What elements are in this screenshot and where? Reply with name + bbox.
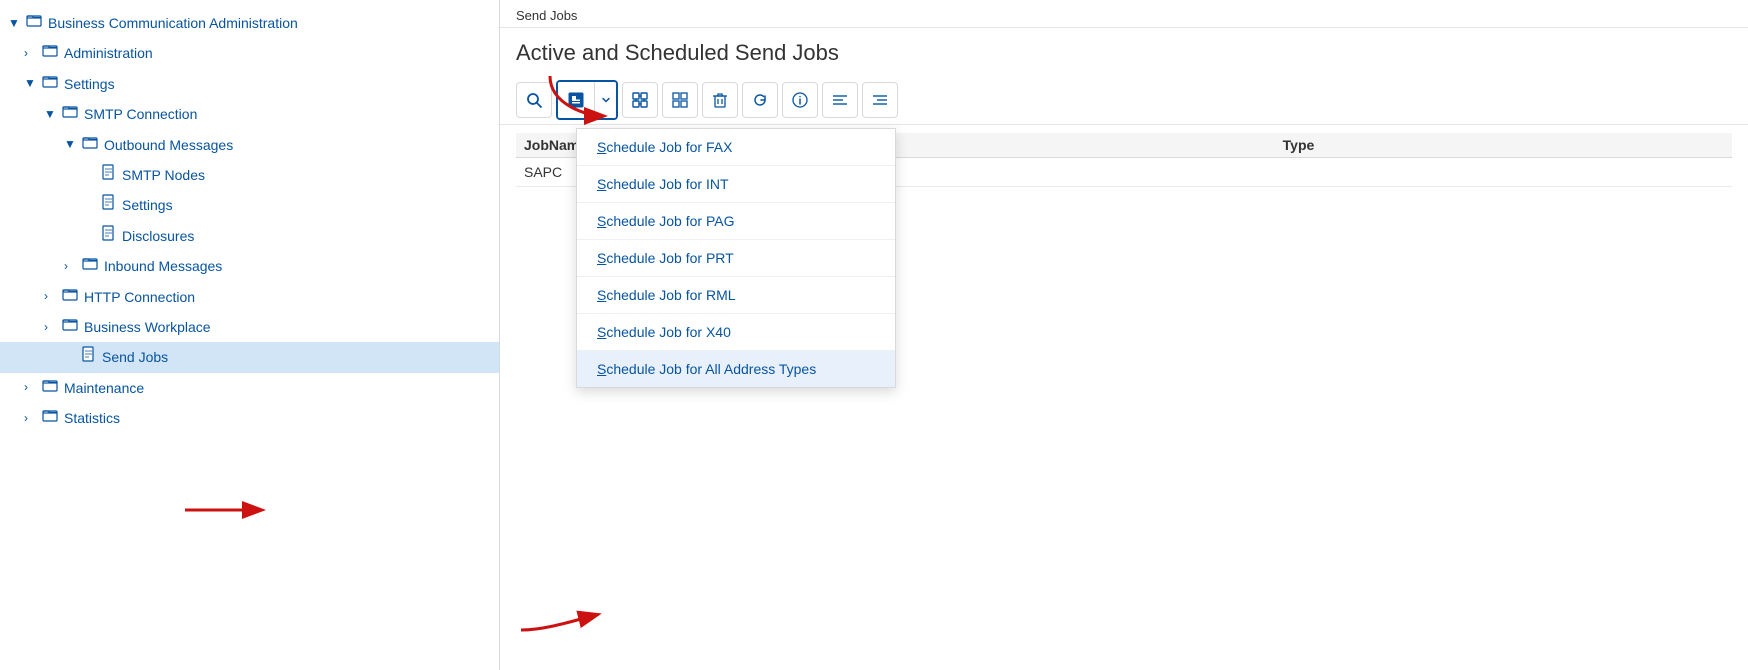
- grid-button[interactable]: [662, 82, 698, 118]
- tree-label-settings-leaf: Settings: [122, 194, 173, 216]
- tree-label-send-jobs: Send Jobs: [102, 346, 168, 368]
- search-button[interactable]: [516, 82, 552, 118]
- schedule-main-button[interactable]: [558, 82, 594, 118]
- expand-icon-http[interactable]: ›: [44, 287, 58, 306]
- folder-icon-http: [62, 286, 78, 308]
- puzzle-button[interactable]: [622, 82, 658, 118]
- tree-item-smtp-nodes[interactable]: SMTP Nodes: [0, 160, 499, 190]
- expand-icon-admin[interactable]: ›: [24, 44, 38, 63]
- right-panel: Send Jobs Active and Scheduled Send Jobs: [500, 0, 1748, 670]
- tree-item-biz-workplace[interactable]: › Business Workplace: [0, 312, 499, 342]
- tree-item-statistics[interactable]: › Statistics: [0, 403, 499, 433]
- dropdown-item-rml[interactable]: Schedule Job for RML: [577, 277, 895, 314]
- folder-icon-settings: [42, 73, 58, 95]
- tree-item-maintenance[interactable]: › Maintenance: [0, 373, 499, 403]
- tree-label-admin: Administration: [64, 42, 153, 64]
- folder-icon-maintenance: [42, 377, 58, 399]
- expand-icon-maintenance[interactable]: ›: [24, 378, 38, 397]
- tree-label-bca: Business Communication Administration: [48, 12, 298, 34]
- dropdown-item-fax[interactable]: Schedule Job for FAX: [577, 129, 895, 166]
- dropdown-item-all[interactable]: Schedule Job for All Address Types: [577, 351, 895, 387]
- doc-icon-settings-leaf: [102, 194, 116, 216]
- refresh-button[interactable]: [742, 82, 778, 118]
- tree-item-bca[interactable]: ▼ Business Communication Administration: [0, 8, 499, 38]
- tree-label-maintenance: Maintenance: [64, 377, 144, 399]
- expand-icon-statistics[interactable]: ›: [24, 409, 38, 428]
- tree-item-outbound[interactable]: ▼ Outbound Messages: [0, 130, 499, 160]
- tree-item-disclosures[interactable]: Disclosures: [0, 221, 499, 251]
- panel-title: Send Jobs: [500, 0, 1748, 28]
- tree-item-smtp[interactable]: ▼ SMTP Connection: [0, 99, 499, 129]
- schedule-split-button[interactable]: [556, 80, 618, 120]
- doc-icon-smtp-nodes: [102, 164, 116, 186]
- tree-navigation: ▼ Business Communication Administration …: [0, 0, 500, 670]
- folder-icon-biz: [62, 316, 78, 338]
- tree-label-inbound: Inbound Messages: [104, 255, 222, 277]
- expand-icon-smtp[interactable]: ▼: [44, 105, 58, 124]
- folder-icon-smtp: [62, 103, 78, 125]
- tree-label-smtp-nodes: SMTP Nodes: [122, 164, 205, 186]
- tree-label-http: HTTP Connection: [84, 286, 195, 308]
- dropdown-item-int[interactable]: Schedule Job for INT: [577, 166, 895, 203]
- schedule-dropdown-arrow[interactable]: [594, 82, 616, 118]
- tree-item-http[interactable]: › HTTP Connection: [0, 282, 499, 312]
- section-title: Active and Scheduled Send Jobs: [500, 28, 1748, 76]
- tree-label-outbound: Outbound Messages: [104, 134, 233, 156]
- tree-item-admin[interactable]: › Administration: [0, 38, 499, 68]
- expand-icon-settings[interactable]: ▼: [24, 74, 38, 93]
- tree-label-statistics: Statistics: [64, 407, 120, 429]
- tree-label-disclosures: Disclosures: [122, 225, 194, 247]
- doc-icon-disclosures: [102, 225, 116, 247]
- doc-icon-send-jobs: [82, 346, 96, 368]
- expand-icon-outbound[interactable]: ▼: [64, 135, 78, 154]
- cell-type: [1275, 158, 1732, 187]
- dropdown-item-pag[interactable]: Schedule Job for PAG: [577, 203, 895, 240]
- tree-item-settings-leaf[interactable]: Settings: [0, 190, 499, 220]
- folder-icon-admin: [42, 42, 58, 64]
- delete-button[interactable]: [702, 82, 738, 118]
- folder-icon-bca: [26, 12, 42, 34]
- expand-icon-biz[interactable]: ›: [44, 318, 58, 337]
- tree-label-settings: Settings: [64, 73, 115, 95]
- tree-item-send-jobs[interactable]: Send Jobs: [0, 342, 499, 372]
- folder-icon-outbound: [82, 134, 98, 156]
- align-right-button[interactable]: [862, 82, 898, 118]
- expand-icon-bca[interactable]: ▼: [8, 14, 22, 33]
- expand-icon-inbound[interactable]: ›: [64, 257, 78, 276]
- info-button[interactable]: [782, 82, 818, 118]
- folder-icon-inbound: [82, 255, 98, 277]
- dropdown-item-prt[interactable]: Schedule Job for PRT: [577, 240, 895, 277]
- tree-item-settings[interactable]: ▼ Settings: [0, 69, 499, 99]
- toolbar: Schedule Job for FAX Schedule Job for IN…: [500, 76, 1748, 125]
- tree-item-inbound[interactable]: › Inbound Messages: [0, 251, 499, 281]
- col-header-type: Type: [1275, 133, 1732, 158]
- folder-icon-statistics: [42, 407, 58, 429]
- tree-label-smtp: SMTP Connection: [84, 103, 197, 125]
- tree-label-biz: Business Workplace: [84, 316, 211, 338]
- dropdown-item-x40[interactable]: Schedule Job for X40: [577, 314, 895, 351]
- align-left-button[interactable]: [822, 82, 858, 118]
- schedule-dropdown-menu: Schedule Job for FAX Schedule Job for IN…: [576, 128, 896, 388]
